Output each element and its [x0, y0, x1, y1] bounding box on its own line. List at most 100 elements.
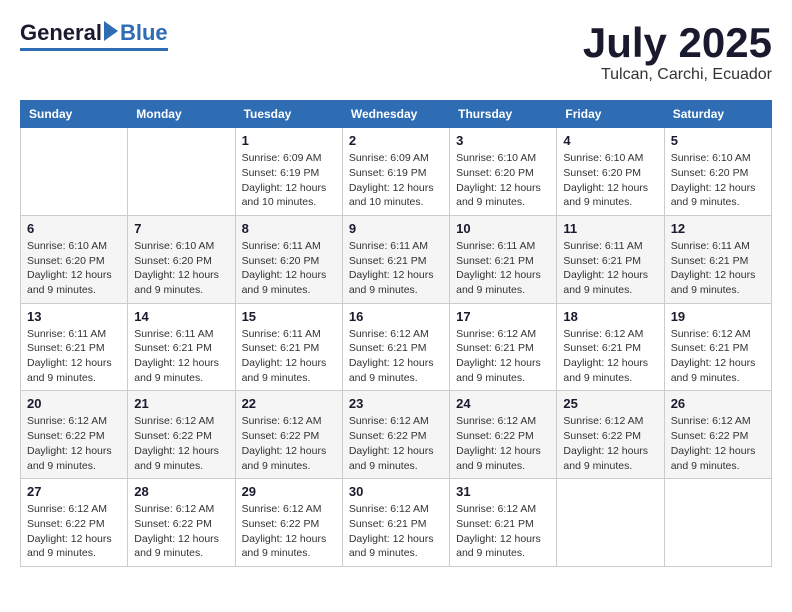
calendar-cell: 4 Sunrise: 6:10 AM Sunset: 6:20 PM Daylig… [557, 128, 664, 216]
day-number: 22 [242, 396, 336, 411]
calendar-cell: 14Sunrise: 6:11 AM Sunset: 6:21 PM Dayli… [128, 303, 235, 391]
calendar-cell: 2 Sunrise: 6:09 AM Sunset: 6:19 PM Daylig… [342, 128, 449, 216]
day-number: 19 [671, 309, 765, 324]
calendar-cell: 26 Sunrise: 6:12 AM Sunset: 6:22 PM Dayli… [664, 391, 771, 479]
day-info: Sunrise: 6:12 AM Sunset: 6:21 PM Dayligh… [456, 502, 550, 561]
column-header-sunday: Sunday [21, 101, 128, 128]
day-number: 10 [456, 221, 550, 236]
calendar-table: SundayMondayTuesdayWednesdayThursdayFrid… [20, 100, 772, 567]
day-info: Sunrise: 6:11 AM Sunset: 6:20 PM Dayligh… [242, 239, 336, 298]
logo-underline [20, 48, 168, 51]
day-number: 21 [134, 396, 228, 411]
day-number: 31 [456, 484, 550, 499]
day-info: Sunrise: 6:11 AM Sunset: 6:21 PM Dayligh… [27, 327, 121, 386]
day-info: Sunrise: 6:12 AM Sunset: 6:22 PM Dayligh… [456, 414, 550, 473]
day-number: 20 [27, 396, 121, 411]
day-number: 29 [242, 484, 336, 499]
day-info: Sunrise: 6:11 AM Sunset: 6:21 PM Dayligh… [456, 239, 550, 298]
calendar-cell: 11 Sunrise: 6:11 AM Sunset: 6:21 PM Dayli… [557, 215, 664, 303]
calendar-cell: 16 Sunrise: 6:12 AM Sunset: 6:21 PM Dayli… [342, 303, 449, 391]
day-info: Sunrise: 6:10 AM Sunset: 6:20 PM Dayligh… [563, 151, 657, 210]
calendar-cell: 5 Sunrise: 6:10 AM Sunset: 6:20 PM Daylig… [664, 128, 771, 216]
calendar-week-row: 6Sunrise: 6:10 AM Sunset: 6:20 PM Daylig… [21, 215, 772, 303]
day-info: Sunrise: 6:12 AM Sunset: 6:22 PM Dayligh… [671, 414, 765, 473]
day-number: 8 [242, 221, 336, 236]
day-number: 3 [456, 133, 550, 148]
day-info: Sunrise: 6:10 AM Sunset: 6:20 PM Dayligh… [456, 151, 550, 210]
day-number: 27 [27, 484, 121, 499]
calendar-cell [664, 479, 771, 567]
day-info: Sunrise: 6:12 AM Sunset: 6:22 PM Dayligh… [27, 414, 121, 473]
calendar-cell: 12 Sunrise: 6:11 AM Sunset: 6:21 PM Dayli… [664, 215, 771, 303]
calendar-cell: 6Sunrise: 6:10 AM Sunset: 6:20 PM Daylig… [21, 215, 128, 303]
day-info: Sunrise: 6:12 AM Sunset: 6:21 PM Dayligh… [349, 502, 443, 561]
day-number: 5 [671, 133, 765, 148]
calendar-week-row: 1Sunrise: 6:09 AM Sunset: 6:19 PM Daylig… [21, 128, 772, 216]
column-header-saturday: Saturday [664, 101, 771, 128]
calendar-cell: 18Sunrise: 6:12 AM Sunset: 6:21 PM Dayli… [557, 303, 664, 391]
day-number: 14 [134, 309, 228, 324]
day-info: Sunrise: 6:12 AM Sunset: 6:22 PM Dayligh… [134, 502, 228, 561]
calendar-week-row: 27 Sunrise: 6:12 AM Sunset: 6:22 PM Dayli… [21, 479, 772, 567]
calendar-header-row: SundayMondayTuesdayWednesdayThursdayFrid… [21, 101, 772, 128]
day-info: Sunrise: 6:12 AM Sunset: 6:21 PM Dayligh… [349, 327, 443, 386]
logo-blue-text: Blue [120, 20, 168, 46]
day-number: 13 [27, 309, 121, 324]
calendar-week-row: 13 Sunrise: 6:11 AM Sunset: 6:21 PM Dayli… [21, 303, 772, 391]
calendar-cell: 22Sunrise: 6:12 AM Sunset: 6:22 PM Dayli… [235, 391, 342, 479]
calendar-cell: 15Sunrise: 6:11 AM Sunset: 6:21 PM Dayli… [235, 303, 342, 391]
day-info: Sunrise: 6:12 AM Sunset: 6:22 PM Dayligh… [563, 414, 657, 473]
calendar-cell [557, 479, 664, 567]
day-info: Sunrise: 6:09 AM Sunset: 6:19 PM Dayligh… [242, 151, 336, 210]
logo: General Blue [20, 20, 168, 51]
day-info: Sunrise: 6:10 AM Sunset: 6:20 PM Dayligh… [671, 151, 765, 210]
day-info: Sunrise: 6:12 AM Sunset: 6:21 PM Dayligh… [456, 327, 550, 386]
day-number: 12 [671, 221, 765, 236]
calendar-cell: 9 Sunrise: 6:11 AM Sunset: 6:21 PM Daylig… [342, 215, 449, 303]
day-number: 28 [134, 484, 228, 499]
calendar-week-row: 20 Sunrise: 6:12 AM Sunset: 6:22 PM Dayli… [21, 391, 772, 479]
day-number: 11 [563, 221, 657, 236]
calendar-cell: 29 Sunrise: 6:12 AM Sunset: 6:22 PM Dayli… [235, 479, 342, 567]
column-header-thursday: Thursday [450, 101, 557, 128]
day-number: 2 [349, 133, 443, 148]
day-number: 23 [349, 396, 443, 411]
calendar-cell: 8 Sunrise: 6:11 AM Sunset: 6:20 PM Daylig… [235, 215, 342, 303]
day-info: Sunrise: 6:12 AM Sunset: 6:22 PM Dayligh… [27, 502, 121, 561]
calendar-cell: 21Sunrise: 6:12 AM Sunset: 6:22 PM Dayli… [128, 391, 235, 479]
calendar-cell: 31 Sunrise: 6:12 AM Sunset: 6:21 PM Dayli… [450, 479, 557, 567]
day-number: 9 [349, 221, 443, 236]
day-info: Sunrise: 6:10 AM Sunset: 6:20 PM Dayligh… [27, 239, 121, 298]
day-info: Sunrise: 6:11 AM Sunset: 6:21 PM Dayligh… [563, 239, 657, 298]
day-number: 30 [349, 484, 443, 499]
day-info: Sunrise: 6:12 AM Sunset: 6:21 PM Dayligh… [563, 327, 657, 386]
calendar-cell: 10 Sunrise: 6:11 AM Sunset: 6:21 PM Dayli… [450, 215, 557, 303]
day-number: 4 [563, 133, 657, 148]
day-info: Sunrise: 6:12 AM Sunset: 6:22 PM Dayligh… [242, 502, 336, 561]
logo-arrow-icon [104, 21, 118, 41]
column-header-wednesday: Wednesday [342, 101, 449, 128]
calendar-cell: 23Sunrise: 6:12 AM Sunset: 6:22 PM Dayli… [342, 391, 449, 479]
day-number: 17 [456, 309, 550, 324]
day-info: Sunrise: 6:10 AM Sunset: 6:20 PM Dayligh… [134, 239, 228, 298]
calendar-cell [21, 128, 128, 216]
day-info: Sunrise: 6:09 AM Sunset: 6:19 PM Dayligh… [349, 151, 443, 210]
day-info: Sunrise: 6:11 AM Sunset: 6:21 PM Dayligh… [349, 239, 443, 298]
day-info: Sunrise: 6:11 AM Sunset: 6:21 PM Dayligh… [671, 239, 765, 298]
day-number: 24 [456, 396, 550, 411]
calendar-cell: 30 Sunrise: 6:12 AM Sunset: 6:21 PM Dayli… [342, 479, 449, 567]
day-number: 7 [134, 221, 228, 236]
column-header-tuesday: Tuesday [235, 101, 342, 128]
day-number: 15 [242, 309, 336, 324]
calendar-cell: 20 Sunrise: 6:12 AM Sunset: 6:22 PM Dayli… [21, 391, 128, 479]
day-number: 26 [671, 396, 765, 411]
logo-general-text: General [20, 20, 102, 46]
column-header-friday: Friday [557, 101, 664, 128]
title-block: July 2025 Tulcan, Carchi, Ecuador [583, 20, 772, 84]
column-header-monday: Monday [128, 101, 235, 128]
calendar-cell [128, 128, 235, 216]
calendar-cell: 25Sunrise: 6:12 AM Sunset: 6:22 PM Dayli… [557, 391, 664, 479]
location-text: Tulcan, Carchi, Ecuador [583, 66, 772, 84]
calendar-cell: 27 Sunrise: 6:12 AM Sunset: 6:22 PM Dayli… [21, 479, 128, 567]
day-number: 16 [349, 309, 443, 324]
